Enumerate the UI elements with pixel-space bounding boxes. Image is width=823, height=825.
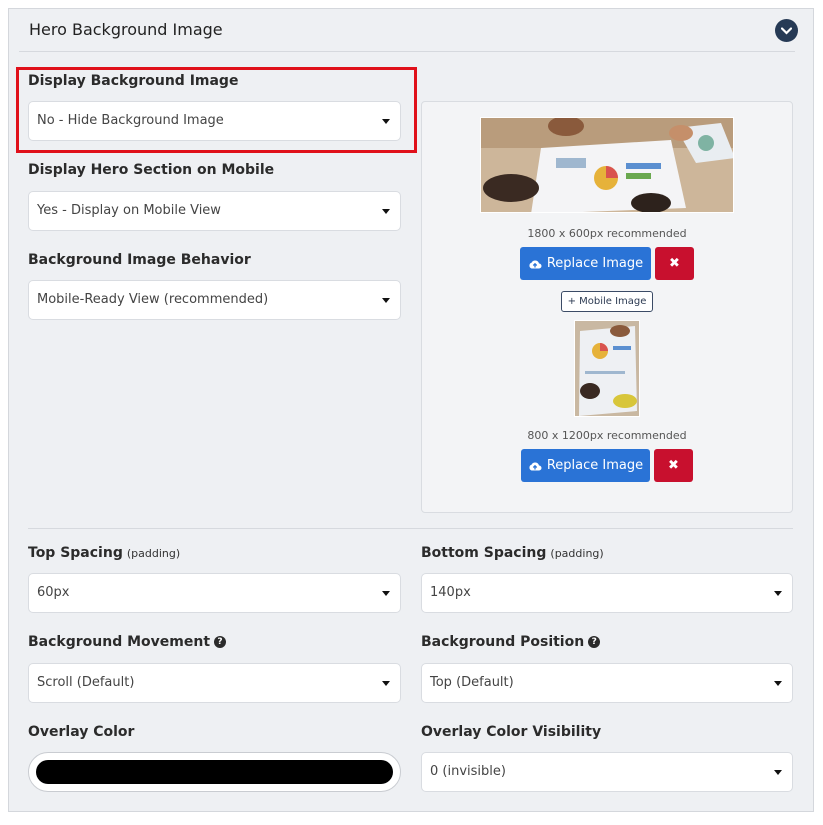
replace-image-label: Replace Image: [546, 458, 644, 473]
bg-movement-select[interactable]: Scroll (Default): [28, 663, 401, 703]
cloud-upload-icon: [529, 461, 542, 470]
overlay-color-label: Overlay Color: [28, 724, 134, 740]
bg-movement-label-text: Background Movement: [28, 634, 211, 650]
select-value: Yes - Display on Mobile View: [37, 203, 221, 218]
display-background-label: Display Background Image: [28, 73, 238, 89]
select-value: Mobile-Ready View (recommended): [37, 292, 269, 307]
bottom-spacing-label: Bottom Spacing (padding): [421, 545, 604, 561]
caret-down-icon: [382, 591, 390, 596]
bg-position-label-text: Background Position: [421, 634, 585, 650]
caret-down-icon: [774, 681, 782, 686]
bg-movement-label: Background Movement ?: [28, 634, 227, 650]
mobile-image-recommendation: 800 x 1200px recommended: [527, 429, 687, 442]
display-mobile-label: Display Hero Section on Mobile: [28, 162, 274, 178]
close-icon: ✖: [668, 458, 679, 473]
top-spacing-sub: (padding): [126, 546, 181, 560]
top-spacing-label: Top Spacing (padding): [28, 545, 180, 561]
replace-image-button[interactable]: Replace Image: [520, 247, 651, 280]
bg-behavior-label-text: Background Image Behavior: [28, 252, 251, 268]
top-spacing-select[interactable]: 60px: [28, 573, 401, 613]
bg-behavior-label: Background Image Behavior: [28, 252, 251, 268]
overlay-visibility-label-text: Overlay Color Visibility: [421, 724, 602, 740]
select-value: 60px: [37, 585, 70, 600]
question-circle-icon[interactable]: ?: [588, 636, 601, 648]
bottom-spacing-sub: (padding): [550, 546, 604, 560]
add-mobile-image-button[interactable]: + Mobile Image: [561, 291, 653, 312]
bg-position-label: Background Position ?: [421, 634, 601, 650]
display-mobile-label-text: Display Hero Section on Mobile: [28, 162, 275, 178]
desktop-image-recommendation: 1800 x 600px recommended: [527, 227, 687, 240]
bottom-spacing-label-text: Bottom Spacing: [421, 545, 547, 561]
overlay-color-swatch: [36, 760, 393, 784]
select-value: Scroll (Default): [37, 675, 135, 690]
display-background-label-text: Display Background Image: [28, 73, 239, 89]
overlay-visibility-label: Overlay Color Visibility: [421, 724, 601, 740]
display-background-select[interactable]: No - Hide Background Image: [28, 101, 401, 141]
bg-behavior-select[interactable]: Mobile-Ready View (recommended): [28, 280, 401, 320]
close-icon: ✖: [669, 256, 680, 271]
remove-image-button[interactable]: ✖: [655, 247, 694, 280]
cloud-upload-icon: [529, 259, 542, 268]
bottom-spacing-select[interactable]: 140px: [421, 573, 793, 613]
caret-down-icon: [774, 591, 782, 596]
question-circle-icon[interactable]: ?: [214, 636, 227, 648]
overlay-visibility-select[interactable]: 0 (invisible): [421, 752, 793, 792]
display-mobile-select[interactable]: Yes - Display on Mobile View: [28, 191, 401, 231]
replace-image-label: Replace Image: [546, 256, 644, 271]
overlay-color-label-text: Overlay Color: [28, 724, 135, 740]
desktop-background-image: [480, 117, 734, 213]
panel-header[interactable]: Hero Background Image: [19, 9, 798, 52]
caret-down-icon: [382, 119, 390, 124]
caret-down-icon: [382, 298, 390, 303]
bg-position-select[interactable]: Top (Default): [421, 663, 793, 703]
replace-mobile-image-button[interactable]: Replace Image: [521, 449, 650, 482]
select-value: 140px: [430, 585, 471, 600]
top-spacing-label-text: Top Spacing: [28, 545, 123, 561]
section-divider: [28, 528, 793, 529]
panel-title: Hero Background Image: [29, 20, 223, 39]
chevron-down-icon[interactable]: [775, 19, 798, 42]
remove-mobile-image-button[interactable]: ✖: [654, 449, 693, 482]
caret-down-icon: [774, 770, 782, 775]
overlay-color-picker[interactable]: [28, 752, 401, 792]
select-value: No - Hide Background Image: [37, 113, 224, 128]
select-value: Top (Default): [430, 675, 514, 690]
select-value: 0 (invisible): [430, 764, 506, 779]
caret-down-icon: [382, 681, 390, 686]
mobile-background-image: [574, 320, 640, 417]
caret-down-icon: [382, 209, 390, 214]
